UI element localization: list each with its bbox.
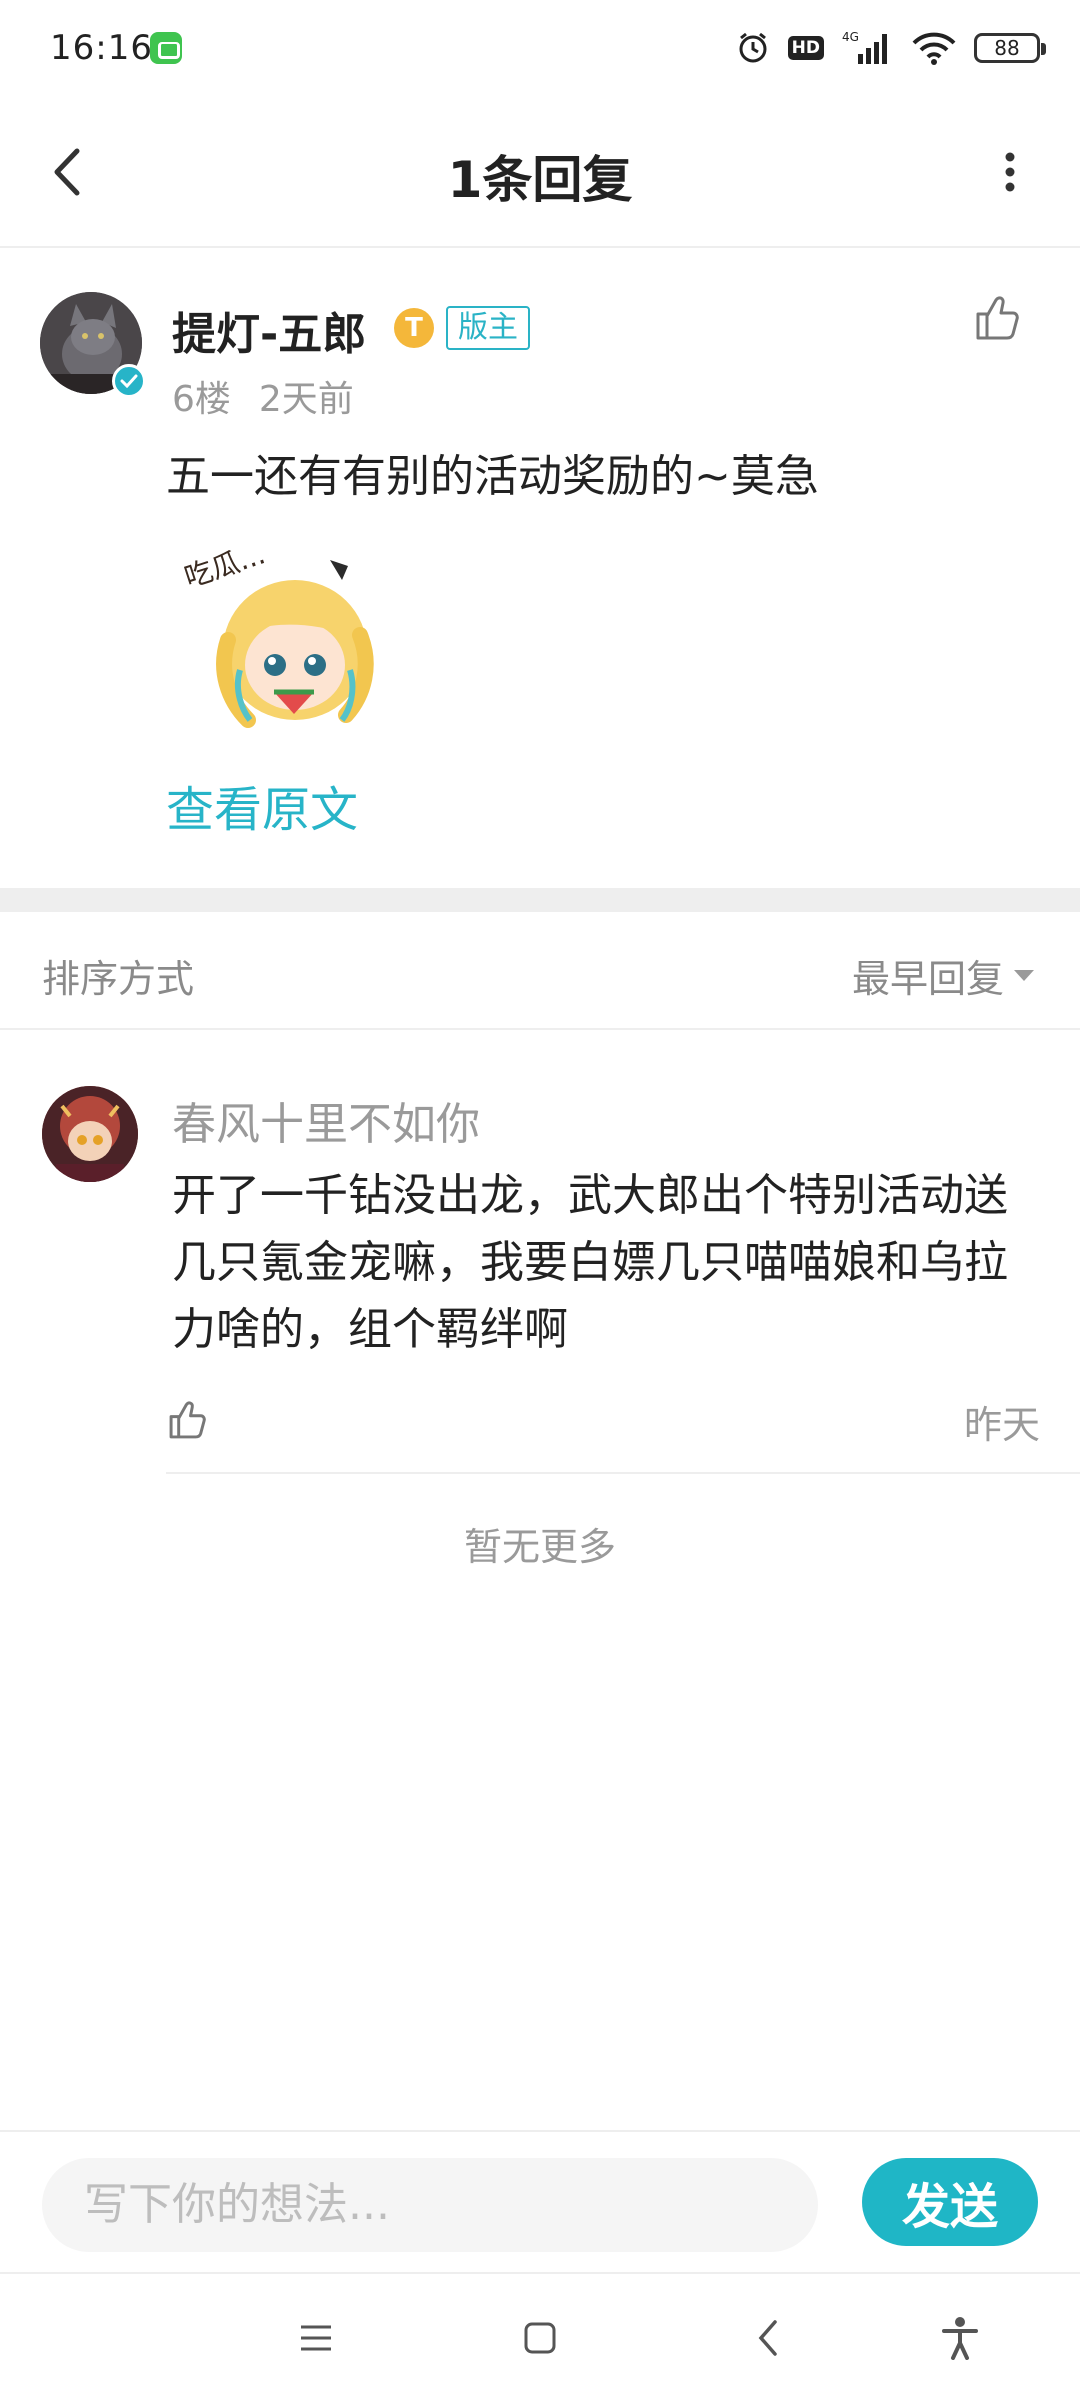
reply-like-button[interactable] xyxy=(166,1398,210,1442)
like-icon xyxy=(976,296,1019,340)
verified-icon xyxy=(112,364,146,398)
more-button[interactable] xyxy=(980,142,1040,202)
avatar-image xyxy=(42,1086,138,1182)
section-divider xyxy=(0,888,1080,912)
nav-back-icon[interactable] xyxy=(744,2314,792,2362)
caret-down-icon xyxy=(1014,970,1034,981)
reply-time: 昨天 xyxy=(963,1403,1040,1447)
post-content: 五一还有有别的活动奖励的~莫急 xyxy=(166,451,819,502)
like-icon xyxy=(169,1401,206,1439)
signal-icon: 4G xyxy=(842,30,894,65)
menu-icon[interactable] xyxy=(292,2314,340,2362)
no-more-label: 暂无更多 xyxy=(463,1525,616,1569)
svg-text:4G: 4G xyxy=(842,30,859,44)
reply-content: 开了一千钻没出龙，武大郎出个特别活动送几只氪金宠嘛，我要白嫖几只喵喵娘和乌拉力啥… xyxy=(172,1170,1008,1355)
battery-icon: 88 xyxy=(974,33,1046,63)
main-post: 提灯-五郎 T 版主 6楼 2天前 五一还有有别的活动奖励的~莫急 吃瓜... 查… xyxy=(0,250,1080,890)
svg-text:吃瓜...: 吃瓜... xyxy=(180,537,269,594)
more-icon xyxy=(1005,152,1015,192)
level-icon: T xyxy=(394,308,434,348)
post-author-name[interactable]: 提灯-五郎 xyxy=(172,298,366,362)
app-notification-icon xyxy=(150,32,182,64)
sticker-image: 吃瓜... xyxy=(180,520,400,740)
post-meta: 6楼 2天前 xyxy=(172,370,354,422)
send-button[interactable]: 发送 xyxy=(862,2158,1038,2246)
comment-bar: 写下你的想法... 发送 xyxy=(0,2130,1080,2270)
sort-selected-value: 最早回复 xyxy=(851,957,1004,1001)
status-bar: 16:16 HD 4G 88 xyxy=(0,0,1080,96)
top-app-bar: 1条回复 xyxy=(0,96,1080,248)
status-icons: HD 4G 88 xyxy=(736,26,1046,70)
page-title: 1条回复 xyxy=(447,151,633,209)
view-original-link[interactable]: 查看原文 xyxy=(166,770,358,840)
post-time: 2天前 xyxy=(258,379,354,420)
like-button[interactable] xyxy=(972,292,1024,344)
reply-avatar[interactable] xyxy=(42,1086,138,1182)
home-icon[interactable] xyxy=(516,2314,564,2362)
sort-row: 排序方式 最早回复 xyxy=(0,912,1080,1030)
sort-label: 排序方式 xyxy=(42,957,195,1001)
floor-number: 6楼 xyxy=(172,379,231,420)
reply-item: 春风十里不如你 开了一千钻没出龙，武大郎出个特别活动送几只氪金宠嘛，我要白嫖几只… xyxy=(0,1032,1080,1474)
moderator-badge: 版主 xyxy=(446,306,530,350)
avatar[interactable] xyxy=(40,292,146,398)
divider xyxy=(166,1472,1080,1474)
alarm-icon xyxy=(736,31,770,65)
accessibility-icon[interactable] xyxy=(936,2314,984,2362)
wifi-icon xyxy=(912,31,956,65)
sort-dropdown[interactable]: 最早回复 xyxy=(852,948,1034,1003)
reply-author-name[interactable]: 春风十里不如你 xyxy=(172,1088,480,1152)
status-time: 16:16 xyxy=(50,28,153,68)
system-nav-bar xyxy=(0,2272,1080,2400)
hd-icon: HD xyxy=(787,31,824,65)
comment-input[interactable]: 写下你的想法... xyxy=(42,2158,818,2252)
